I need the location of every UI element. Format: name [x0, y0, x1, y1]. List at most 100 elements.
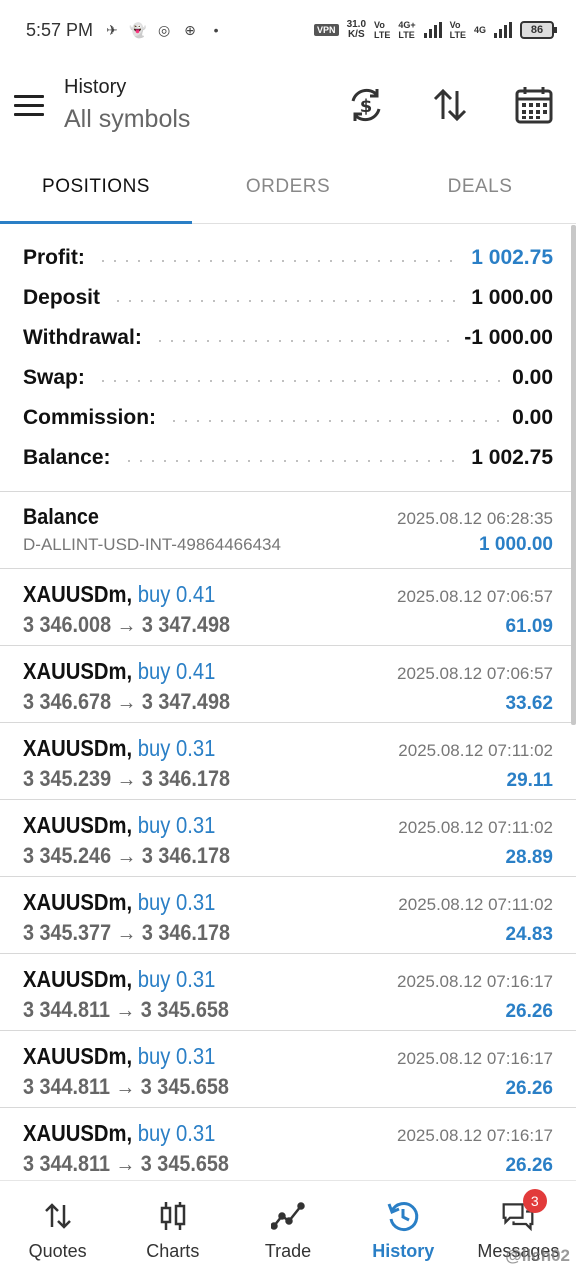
position-direction: buy 0.41	[137, 581, 216, 607]
position-row[interactable]: XAUUSDm, buy 0.41 2025.08.12 07:06:57 3 …	[0, 646, 576, 723]
summary-value: -1 000.00	[464, 326, 553, 349]
summary-deposit: Deposit 1 000.00	[0, 278, 576, 318]
position-prices: 3 346.678 → 3 347.498	[23, 689, 230, 714]
signal-bars-icon-1	[423, 22, 442, 38]
tab-positions[interactable]: POSITIONS	[0, 150, 192, 224]
position-direction: buy 0.41	[137, 658, 216, 684]
dotted-leader	[153, 340, 453, 342]
position-profit: 33.62	[505, 693, 553, 714]
vpn-badge: VPN	[314, 24, 339, 36]
summary-value: 0.00	[512, 406, 553, 429]
tab-orders[interactable]: ORDERS	[192, 150, 384, 223]
notification-icons: ✈ 👻 ◎ ⊕ •	[103, 21, 225, 39]
position-symbol: XAUUSDm,	[23, 889, 133, 915]
nav-charts[interactable]: Charts	[115, 1181, 230, 1280]
position-row[interactable]: XAUUSDm, buy 0.31 2025.08.12 07:11:02 3 …	[0, 877, 576, 954]
nav-label: History	[372, 1241, 435, 1261]
position-symbol: XAUUSDm,	[23, 812, 133, 838]
position-profit: 28.89	[505, 847, 553, 868]
position-row[interactable]: XAUUSDm, buy 0.31 2025.08.12 07:16:17 3 …	[0, 954, 576, 1031]
hamburger-menu-icon[interactable]	[14, 85, 54, 125]
position-prices: 3 344.811 → 3 345.658	[23, 1074, 229, 1099]
position-profit: 26.26	[505, 1078, 553, 1099]
balance-entry[interactable]: Balance 2025.08.12 06:28:35 D-ALLINT-USD…	[0, 492, 576, 569]
position-profit: 29.11	[506, 770, 554, 791]
trade-icon	[271, 1199, 305, 1233]
position-time: 2025.08.12 07:16:17	[397, 1049, 553, 1068]
position-time: 2025.08.12 07:16:17	[397, 1126, 553, 1145]
system-indicators: VPN 31.0 K/S Vo LTE 4G+ LTE Vo LTE 4G 86	[314, 20, 557, 40]
position-row[interactable]: XAUUSDm, buy 0.31 2025.08.12 07:16:17 3 …	[0, 1108, 576, 1185]
bottom-navigation: Quotes Charts Trade History 3 Messages @…	[0, 1180, 576, 1280]
nav-history[interactable]: History	[346, 1181, 461, 1280]
volte-indicator-2: Vo LTE	[449, 20, 466, 40]
watermark: @llch02	[505, 1246, 570, 1265]
header-titles[interactable]: History All symbols	[64, 76, 190, 134]
unread-badge: 3	[522, 1189, 547, 1213]
network-type-1: 4G+ LTE	[398, 20, 416, 40]
summary-label: Swap:	[23, 366, 85, 389]
position-time: 2025.08.12 07:06:57	[397, 664, 553, 683]
status-time: 5:57 PM	[26, 19, 94, 40]
account-id: D-ALLINT-USD-INT-49864466434	[23, 535, 281, 554]
summary-value: 1 002.75	[471, 246, 553, 269]
position-time: 2025.08.12 07:11:02	[398, 895, 553, 914]
app-bar: History All symbols $	[0, 60, 576, 150]
history-icon	[386, 1199, 420, 1233]
position-prices: 3 345.377 → 3 346.178	[23, 920, 230, 945]
position-prices: 3 345.239 → 3 346.178	[23, 766, 230, 791]
dotted-leader	[96, 380, 501, 382]
summary-label: Deposit	[23, 286, 101, 309]
symbol-filter[interactable]: All symbols	[64, 105, 190, 134]
position-row[interactable]: XAUUSDm, buy 0.31 2025.08.12 07:11:02 3 …	[0, 800, 576, 877]
nav-label: Charts	[146, 1241, 200, 1261]
position-profit: 26.26	[505, 1155, 553, 1176]
position-direction: buy 0.31	[137, 1120, 216, 1146]
positions-list: Balance 2025.08.12 06:28:35 D-ALLINT-USD…	[0, 492, 576, 1185]
dotted-leader	[122, 460, 460, 462]
position-row[interactable]: XAUUSDm, buy 0.31 2025.08.12 07:16:17 3 …	[0, 1031, 576, 1108]
position-profit: 26.26	[505, 1001, 553, 1022]
position-time: 2025.08.12 07:06:57	[397, 587, 553, 606]
more-dot-icon: •	[213, 22, 219, 38]
nav-label: Quotes	[28, 1241, 87, 1261]
summary-profit: Profit: 1 002.75	[0, 238, 576, 278]
calendar-icon[interactable]	[512, 83, 556, 127]
summary-label: Commission:	[23, 406, 157, 429]
position-prices: 3 344.811 → 3 345.658	[23, 997, 229, 1022]
position-prices: 3 346.008 → 3 347.498	[23, 612, 230, 637]
volte-indicator-1: Vo LTE	[374, 20, 391, 40]
whatsapp-icon: ◎	[157, 21, 171, 38]
nav-label: Trade	[264, 1241, 312, 1261]
position-prices: 3 345.246 → 3 346.178	[23, 843, 230, 868]
currency-exchange-icon[interactable]: $	[344, 83, 388, 127]
summary-label: Profit:	[23, 246, 85, 269]
page-title: History	[64, 76, 127, 98]
header-actions: $	[344, 83, 556, 127]
position-row[interactable]: XAUUSDm, buy 0.31 2025.08.12 07:11:02 3 …	[0, 723, 576, 800]
summary-balance: Balance: 1 002.75	[0, 438, 576, 478]
position-time: 2025.08.12 07:11:02	[398, 818, 553, 837]
position-time: 2025.08.12 07:11:02	[398, 741, 553, 760]
nav-quotes[interactable]: Quotes	[0, 1181, 115, 1280]
network-speed: 31.0 K/S	[347, 20, 366, 40]
position-time: 2025.08.12 07:16:17	[397, 972, 553, 991]
position-symbol: XAUUSDm,	[23, 966, 133, 992]
nav-trade[interactable]: Trade	[230, 1181, 345, 1280]
summary-value: 1 002.75	[471, 446, 553, 469]
signal-bars-icon-2	[494, 22, 512, 38]
scrollbar[interactable]	[571, 225, 576, 725]
tab-deals[interactable]: DEALS	[384, 150, 576, 223]
summary-label: Balance:	[23, 446, 111, 469]
position-prices: 3 344.811 → 3 345.658	[23, 1151, 229, 1176]
summary-label: Withdrawal:	[23, 326, 142, 349]
position-profit: 24.83	[505, 924, 553, 945]
network-type-2: 4G	[473, 25, 486, 35]
position-symbol: XAUUSDm,	[23, 1043, 133, 1069]
history-tabs: POSITIONS ORDERS DEALS	[0, 150, 576, 224]
position-symbol: XAUUSDm,	[23, 581, 133, 607]
position-row[interactable]: XAUUSDm, buy 0.41 2025.08.12 07:06:57 3 …	[0, 569, 576, 646]
speed-unit: K/S	[347, 29, 365, 40]
sort-arrows-icon[interactable]	[428, 83, 472, 127]
summary-value: 1 000.00	[471, 286, 553, 309]
